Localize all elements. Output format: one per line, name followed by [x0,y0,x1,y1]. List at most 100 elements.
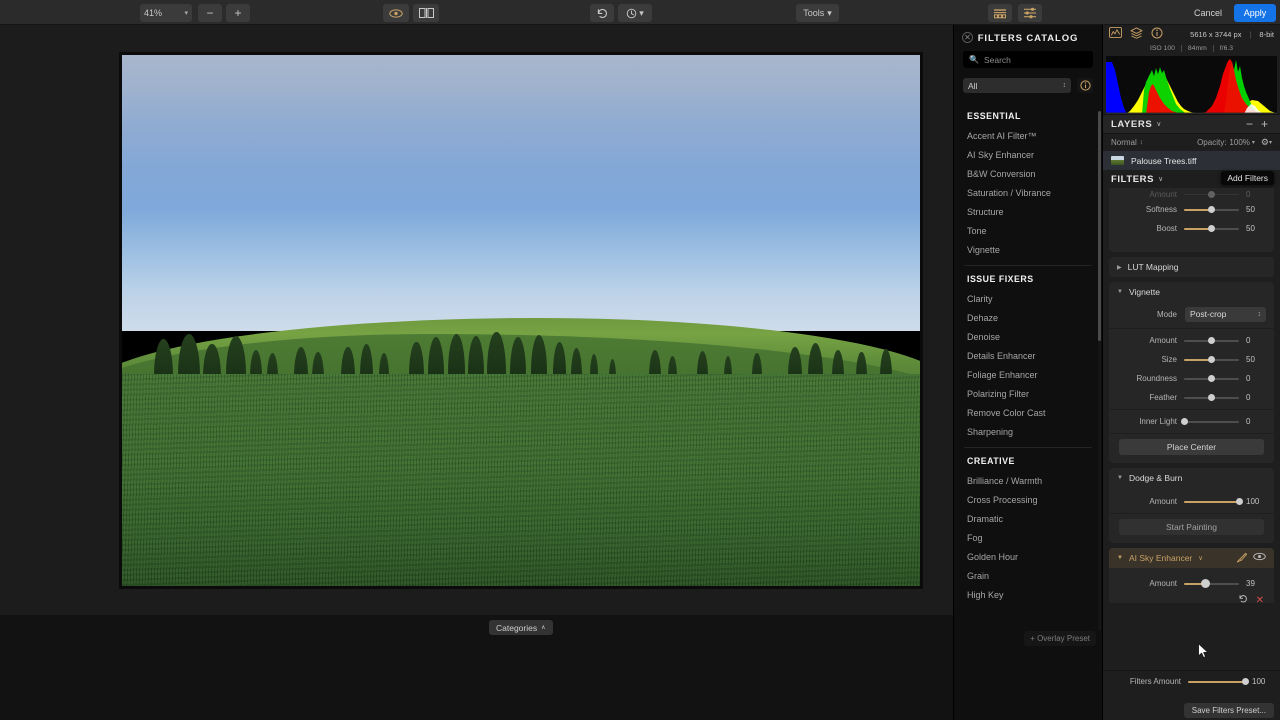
close-icon[interactable]: ✕ [962,32,973,43]
layers-section-header[interactable]: LAYERS ∨ − + [1103,114,1280,134]
slider-track-vignette-amount[interactable] [1184,335,1239,347]
slider-label: Roundness [1136,374,1177,383]
slider-track-dodge-burn-amount[interactable] [1184,496,1243,508]
histogram-icon[interactable] [1109,27,1122,41]
filters-stack[interactable]: Amount 0 Softness 50 Boost 50 ▶ LUT Mapp… [1103,188,1280,603]
catalog-filter-item[interactable]: AI Sky Enhancer [954,145,1102,164]
filter-header-vignette[interactable]: ▼ Vignette [1109,282,1274,302]
catalog-filter-item[interactable]: High Key [954,585,1102,604]
slider-row-boost[interactable]: Boost 50 [1109,219,1274,238]
slider-row-softness[interactable]: Softness 50 [1109,200,1274,219]
filter-header-lut-mapping[interactable]: ▶ LUT Mapping [1109,257,1274,277]
triangle-down-icon: ▼ [1117,289,1123,295]
slider-track-inner-light[interactable] [1180,416,1239,428]
search-input[interactable] [983,54,1087,65]
save-filters-preset-button[interactable]: Save Filters Preset... [1183,703,1274,718]
filter-card-lut-mapping[interactable]: ▶ LUT Mapping [1109,257,1274,277]
slider-value: 0 [1246,374,1251,383]
catalog-scrollbar-track[interactable] [1098,111,1101,631]
overlay-preset-button[interactable]: + Overlay Preset [1024,631,1096,646]
catalog-filter-item[interactable]: Clarity [954,289,1102,308]
vignette-mode-select[interactable]: Post-crop ↕ [1185,306,1266,322]
slider-row-inner-light[interactable]: Inner Light 0 [1109,412,1274,431]
image-canvas-area[interactable] [0,25,953,615]
catalog-filter-item[interactable]: Vignette [954,240,1102,259]
zoom-out-button[interactable]: − [198,4,222,22]
catalog-filter-item[interactable]: Foliage Enhancer [954,365,1102,384]
catalog-filter-item[interactable]: Dramatic [954,509,1102,528]
catalog-filter-item[interactable]: Denoise [954,327,1102,346]
compare-split-button[interactable] [413,4,439,22]
apply-button[interactable]: Apply [1234,4,1276,22]
gear-icon[interactable]: ⚙ [1261,137,1269,148]
info-icon[interactable] [1077,78,1093,93]
slider-track-boost[interactable] [1184,223,1239,235]
undo-button[interactable] [590,4,614,22]
slider-row-vignette-amount[interactable]: Amount 0 [1109,331,1274,350]
info-circle-icon [1151,27,1163,38]
image-info-icon[interactable] [1151,27,1163,42]
layers-stack-icon[interactable] [1130,26,1143,42]
catalog-filter-item[interactable]: Accent AI Filter™ [954,126,1102,145]
layers-title: LAYERS [1111,118,1153,130]
layers-glyph-icon [1130,26,1143,39]
slider-track-vignette-roundness[interactable] [1184,373,1239,385]
catalog-filter-item[interactable]: Dehaze [954,308,1102,327]
slider-track-vignette-feather[interactable] [1184,392,1239,404]
slider-row-vignette-roundness[interactable]: Roundness 0 [1109,369,1274,388]
slider-row-sky-amount[interactable]: Amount 39 [1109,574,1274,593]
filters-catalog-list[interactable]: ESSENTIAL Accent AI Filter™ AI Sky Enhance… [954,103,1102,684]
filter-header-dodge-burn[interactable]: ▼ Dodge & Burn [1109,468,1274,488]
catalog-filter-item[interactable]: Details Enhancer [954,346,1102,365]
search-box[interactable]: 🔍 [963,51,1093,68]
catalog-filter-item[interactable]: Golden Hour [954,547,1102,566]
tools-menu-button[interactable]: Tools ▾ [796,4,839,22]
filter-title: AI Sky Enhancer [1128,553,1193,563]
catalog-filter-item[interactable]: Structure [954,202,1102,221]
catalog-filter-item[interactable]: Tone [954,221,1102,240]
toggle-preview-button[interactable] [383,4,409,22]
catalog-filter-item[interactable]: Polarizing Filter [954,384,1102,403]
slider-row-dodge-burn-amount[interactable]: Amount 100 [1109,492,1274,511]
presets-panel-button[interactable] [988,4,1012,22]
vignette-mode-label: Mode [1156,309,1177,319]
catalog-category-select[interactable]: All ↕ [963,78,1071,93]
image-dimensions: 5616 x 3744 px [1190,29,1242,39]
blend-mode-select[interactable]: Normal [1111,138,1137,147]
catalog-filter-item[interactable]: Remove Color Cast [954,403,1102,422]
catalog-filter-item[interactable]: Saturation / Vibrance [954,183,1102,202]
edit-panel-button[interactable] [1018,4,1042,22]
slider-track-softness[interactable] [1184,204,1239,216]
catalog-filter-item[interactable]: Brilliance / Warmth [954,471,1102,490]
zoom-level-select[interactable]: 41% ▾ [140,4,192,22]
remove-layer-button[interactable]: − [1242,117,1257,131]
slider-row-vignette-feather[interactable]: Feather 0 [1109,388,1274,407]
filter-header-ai-sky-enhancer[interactable]: ▼ AI Sky Enhancer ∨ [1109,548,1274,568]
eye-icon[interactable] [1253,552,1266,564]
place-center-button[interactable]: Place Center [1119,439,1264,455]
slider-row-filters-amount[interactable]: Filters Amount 100 [1103,671,1280,689]
brush-icon[interactable] [1236,552,1247,565]
cancel-button[interactable]: Cancel [1186,4,1230,22]
delete-filter-icon[interactable]: ✕ [1256,595,1264,604]
catalog-scrollbar-thumb[interactable] [1098,111,1101,341]
slider-track-vignette-size[interactable] [1184,354,1239,366]
slider-track-filters-amount[interactable] [1188,676,1249,688]
catalog-filter-item[interactable]: B&W Conversion [954,164,1102,183]
slider-track-sky-amount[interactable] [1184,578,1239,590]
filters-section-header[interactable]: FILTERS ∨ Add Filters [1103,170,1280,188]
start-painting-button[interactable]: Start Painting [1119,519,1264,535]
catalog-filter-item[interactable]: Cross Processing [954,490,1102,509]
opacity-value[interactable]: 100% [1229,138,1249,147]
slider-row-vignette-size[interactable]: Size 50 [1109,350,1274,369]
catalog-filter-item[interactable]: Grain [954,566,1102,585]
catalog-filter-item[interactable]: Fog [954,528,1102,547]
history-button[interactable]: ▾ [618,4,652,22]
reset-icon[interactable] [1238,594,1248,603]
catalog-filter-item[interactable]: Sharpening [954,422,1102,441]
categories-button[interactable]: Categories ∧ [489,620,553,635]
zoom-level-value: 41% [144,8,163,18]
layer-item[interactable]: Palouse Trees.tiff [1103,151,1280,170]
add-layer-button[interactable]: + [1257,117,1272,131]
zoom-in-button[interactable]: + [226,4,250,22]
